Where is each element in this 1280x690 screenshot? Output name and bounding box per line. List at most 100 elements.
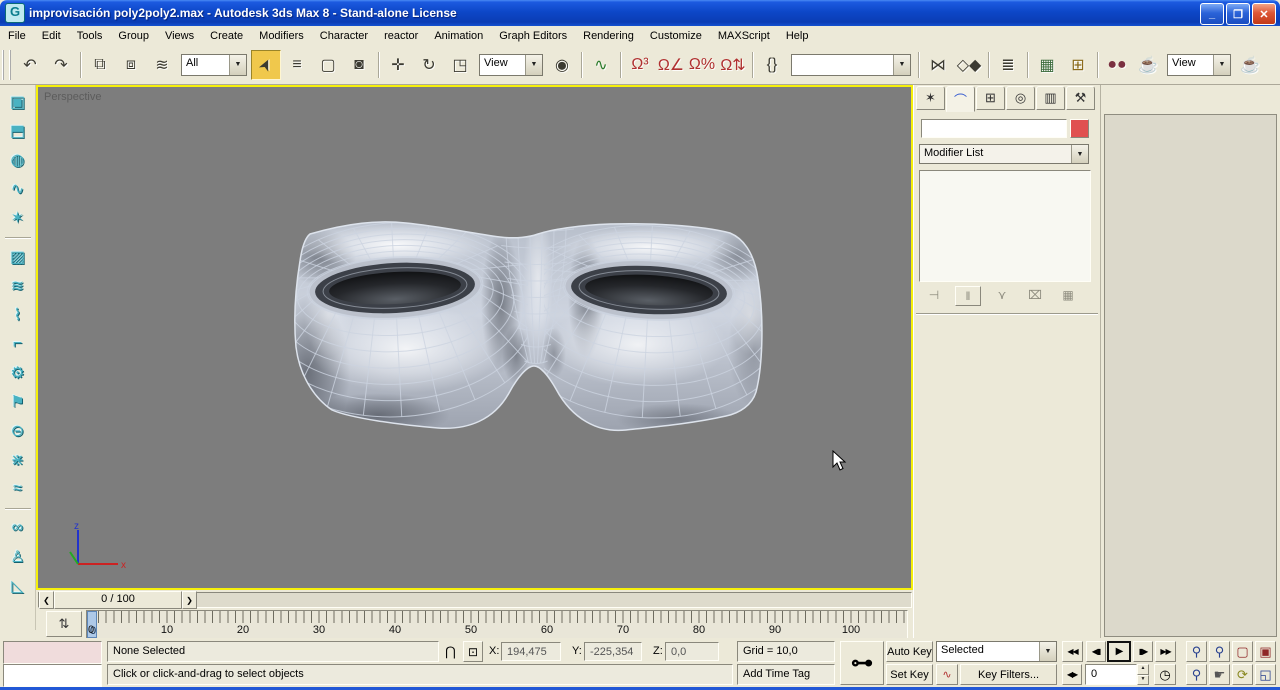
unlink-selection-button[interactable]: ⧈ <box>116 49 146 80</box>
window-crossing-toggle-button[interactable]: ◙ <box>344 49 374 80</box>
create-soft-body-collection-button[interactable]: ◍ <box>4 147 32 173</box>
previous-frame-button[interactable]: ◀▮ <box>1086 641 1106 662</box>
selection-filter-dropdown[interactable]: All ▼ <box>181 53 247 76</box>
time-slider-handle[interactable]: 0 / 100 <box>54 591 182 609</box>
edit-named-selection-sets-button[interactable]: {} <box>757 49 787 80</box>
perspective-viewport[interactable]: Perspective z x <box>36 85 913 590</box>
add-time-tag[interactable]: Add Time Tag <box>737 664 835 685</box>
go-to-start-button[interactable]: ◀◀ <box>1062 641 1083 662</box>
arc-rotate-button[interactable]: ⟳ <box>1232 664 1253 685</box>
object-color-swatch[interactable] <box>1070 119 1089 138</box>
render-type-dropdown[interactable]: View ▼ <box>1167 53 1231 76</box>
menu-graph-editors[interactable]: Graph Editors <box>491 28 575 44</box>
modifier-list-dropdown[interactable]: Modifier List ▼ <box>919 144 1089 164</box>
create-wind-button[interactable]: ⚑ <box>4 389 32 415</box>
reference-coordinate-system-dropdown[interactable]: View ▼ <box>479 53 543 76</box>
menu-help[interactable]: Help <box>778 28 817 44</box>
auto-key-button[interactable]: Auto Key <box>886 641 933 662</box>
named-selection-sets-dropdown[interactable]: ▼ <box>791 53 911 76</box>
menu-group[interactable]: Group <box>110 28 157 44</box>
use-pivot-point-center-button[interactable]: ◉ <box>547 49 577 80</box>
tab-utilities[interactable]: ⚒ <box>1066 86 1095 110</box>
configure-modifier-sets-button[interactable]: ▦ <box>1056 286 1080 304</box>
schematic-view-button[interactable]: ⊞ <box>1063 49 1093 80</box>
absolute-offset-mode-toggle[interactable]: ⊡ <box>463 641 483 662</box>
maxscript-mini-listener[interactable] <box>3 664 102 687</box>
menu-maxscript[interactable]: MAXScript <box>710 28 778 44</box>
track-bar-ruler[interactable]: 0 0 10 20 30 40 50 60 70 80 90 100 <box>86 610 908 639</box>
rectangular-selection-region-button[interactable]: ▢ <box>313 49 343 80</box>
object-name-field[interactable] <box>921 119 1067 138</box>
percent-snap-toggle-button[interactable]: Ω% <box>687 49 717 80</box>
chevron-down-icon[interactable]: ▼ <box>1039 642 1056 661</box>
create-motor-button[interactable]: ⚙ <box>4 360 32 386</box>
title-bar[interactable]: G improvisación poly2poly2.max - Autodes… <box>0 0 1280 26</box>
undo-button[interactable]: ↶ <box>15 49 45 80</box>
tab-create[interactable]: ✶ <box>916 86 945 110</box>
eye-mask-mesh[interactable] <box>38 87 911 588</box>
key-filters-button[interactable]: Key Filters... <box>960 664 1057 685</box>
menu-modifiers[interactable]: Modifiers <box>251 28 312 44</box>
open-mini-curve-editor-button[interactable]: ⇅ <box>46 611 82 637</box>
chevron-down-icon[interactable]: ▼ <box>893 54 910 75</box>
x-coord-field[interactable]: 194,475 <box>501 642 561 661</box>
zoom-extents-all-button[interactable]: ▣ <box>1255 641 1276 662</box>
menu-edit[interactable]: Edit <box>34 28 69 44</box>
restore-button[interactable]: ❐ <box>1226 3 1250 25</box>
min-max-toggle-button[interactable]: ◱ <box>1255 664 1276 685</box>
select-by-name-button[interactable]: ≡ <box>282 49 312 80</box>
menu-rendering[interactable]: Rendering <box>575 28 642 44</box>
tab-modify[interactable]: ⌒ <box>946 86 975 112</box>
create-water-button[interactable]: ≈ <box>4 476 32 502</box>
create-wedge-plate-button[interactable]: ◺ <box>4 573 32 599</box>
snaps-toggle-button[interactable]: Ω³ <box>625 49 655 80</box>
modifier-stack-list[interactable] <box>919 170 1091 282</box>
close-button[interactable]: ✕ <box>1252 3 1276 25</box>
y-coord-field[interactable]: -225,354 <box>584 642 642 661</box>
create-toy-car-button[interactable]: ⊝ <box>4 418 32 444</box>
create-hinge-constraint-button[interactable]: ⌐ <box>4 331 32 357</box>
spinner-snap-toggle-button[interactable]: Ω⇅ <box>718 49 748 80</box>
create-cloth-collection-button[interactable]: ⬒ <box>4 118 32 144</box>
create-rag-doll-button[interactable]: ♙ <box>4 544 32 570</box>
quick-render-button[interactable]: ☕ <box>1235 49 1265 80</box>
set-keys-button[interactable]: ⊶ <box>840 641 884 685</box>
apply-rope-modifier-button[interactable]: ⌇ <box>4 302 32 328</box>
menu-character[interactable]: Character <box>312 28 376 44</box>
angle-snap-toggle-button[interactable]: Ω∠ <box>656 49 686 80</box>
select-object-button[interactable]: ➤ <box>251 49 281 80</box>
play-animation-button[interactable]: ▶ <box>1107 641 1131 662</box>
chevron-down-icon[interactable]: ▼ <box>525 54 542 75</box>
apply-cloth-modifier-button[interactable]: ▨ <box>4 244 32 270</box>
frame-spinner[interactable]: ▲ ▼ <box>1137 664 1149 685</box>
tab-motion[interactable]: ◎ <box>1006 86 1035 110</box>
select-and-rotate-button[interactable]: ↻ <box>414 49 444 80</box>
menu-animation[interactable]: Animation <box>426 28 491 44</box>
render-scene-dialog-button[interactable]: ☕ <box>1133 49 1163 80</box>
menu-file[interactable]: File <box>0 28 34 44</box>
create-rigid-body-collection-button[interactable]: ▣ <box>4 89 32 115</box>
mirror-button[interactable]: ⋈ <box>923 49 953 80</box>
set-key-button[interactable]: Set Key <box>886 664 933 685</box>
chevron-down-icon[interactable]: ▼ <box>229 54 246 75</box>
region-zoom-button[interactable]: ⚲ <box>1186 664 1207 685</box>
z-coord-field[interactable]: 0,0 <box>665 642 719 661</box>
zoom-button[interactable]: ⚲ <box>1186 641 1207 662</box>
create-rope-collection-button[interactable]: ∿ <box>4 176 32 202</box>
menu-customize[interactable]: Customize <box>642 28 710 44</box>
zoom-all-button[interactable]: ⚲ <box>1209 641 1230 662</box>
tab-hierarchy[interactable]: ⊞ <box>976 86 1005 110</box>
remove-modifier-button[interactable]: ⌧ <box>1023 286 1047 304</box>
zoom-extents-button[interactable]: ▢ <box>1232 641 1253 662</box>
material-editor-button[interactable]: ●● <box>1102 49 1132 80</box>
viewport-label[interactable]: Perspective <box>44 91 101 103</box>
create-soft-body-knot-button[interactable]: ∞ <box>4 515 32 541</box>
redo-button[interactable]: ↷ <box>46 49 76 80</box>
key-filter-mode-dropdown[interactable]: Selected ▼ <box>936 641 1057 662</box>
curve-editor-button[interactable]: ▦ <box>1032 49 1062 80</box>
time-slider-prev-button[interactable]: ❮ <box>39 591 54 609</box>
create-spring-button[interactable]: ≋ <box>4 273 32 299</box>
chevron-down-icon[interactable]: ▼ <box>1213 54 1230 75</box>
menu-tools[interactable]: Tools <box>69 28 111 44</box>
bind-to-space-warp-button[interactable]: ≋ <box>147 49 177 80</box>
